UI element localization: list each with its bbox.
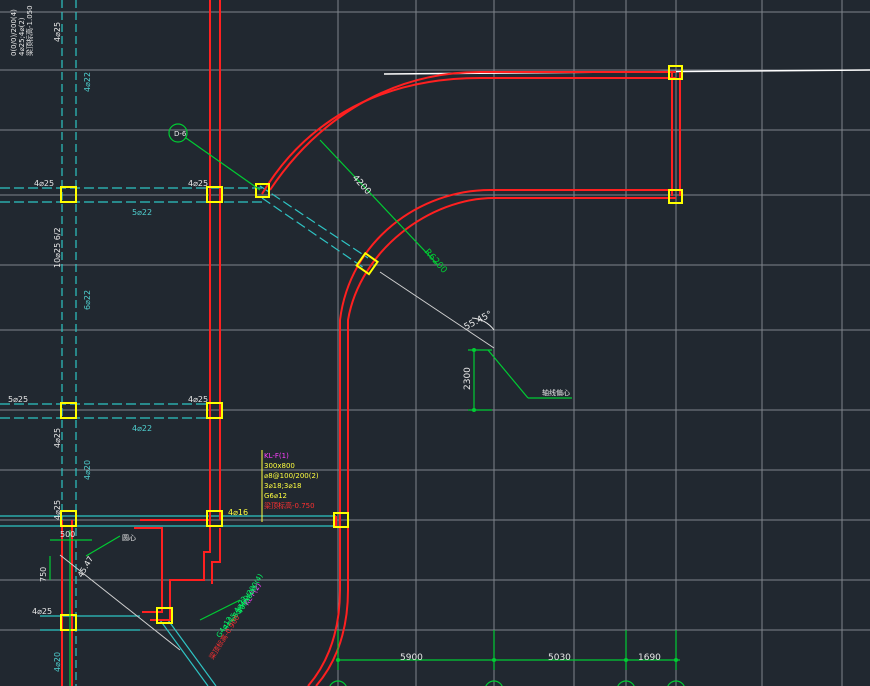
- beam-label-left-low: 4⌀25: [32, 607, 52, 616]
- top-note-3: 梁顶标高-1.050: [25, 5, 34, 56]
- top-note-2: 4⌀25;4⌀(2): [18, 17, 26, 56]
- beam-label-left-mid: 5⌀25: [8, 395, 28, 404]
- vert-dim: 2300: [463, 367, 473, 390]
- bottom-dim-2: 5030: [548, 653, 571, 663]
- span-label-2: 4⌀22: [132, 424, 152, 433]
- top-note-1: 0(0/0)/200(4): [10, 9, 18, 56]
- kl-line-3: 3⌀18;3⌀18: [264, 482, 302, 490]
- bottom-dim-3: 1690: [638, 653, 661, 663]
- vert-label-2: 6⌀22: [83, 290, 92, 310]
- leader-text: 轴线偏心: [542, 388, 570, 397]
- kl-title: KL-F(1): [264, 452, 289, 460]
- vert-label-5: 4⌀20: [83, 460, 92, 480]
- kl-note: 梁顶标高-0.750: [264, 501, 315, 510]
- vert-label-4: 4⌀25: [53, 428, 62, 448]
- beam-label-center-top: 4⌀25: [188, 179, 208, 188]
- beam-label-left-top: 4⌀25: [34, 179, 54, 188]
- beam-label-center-mid: 4⌀25: [188, 395, 208, 404]
- cad-drawing-canvas[interactable]: 4⌀25 4⌀25 5⌀22 5⌀25 4⌀25 4⌀22 4⌀16 4⌀25 …: [0, 0, 870, 686]
- vert-label-6: 4⌀25: [53, 500, 62, 520]
- background: [0, 0, 870, 686]
- kl-line-1: 300x800: [264, 462, 295, 470]
- vert-label-1: 4⌀22: [83, 72, 92, 92]
- small-dim-2: 750: [39, 567, 48, 582]
- bottom-dim-1: 5900: [400, 653, 423, 663]
- small-dim-1: 500: [60, 530, 75, 539]
- span-label-1: 5⌀22: [132, 208, 152, 217]
- kl-line-2: ⌀8@100/200(2): [264, 472, 319, 480]
- vert-label-top: 4⌀25: [53, 22, 62, 42]
- round-text: 圆心: [122, 534, 136, 542]
- vert-label-7: 4⌀20: [53, 652, 62, 672]
- section-marker: D-6: [174, 130, 187, 138]
- vert-label-3: 10⌀25 6/2: [53, 227, 62, 268]
- beam-label-center-bot: 4⌀16: [228, 508, 248, 517]
- kl-line-4: G6⌀12: [264, 492, 287, 500]
